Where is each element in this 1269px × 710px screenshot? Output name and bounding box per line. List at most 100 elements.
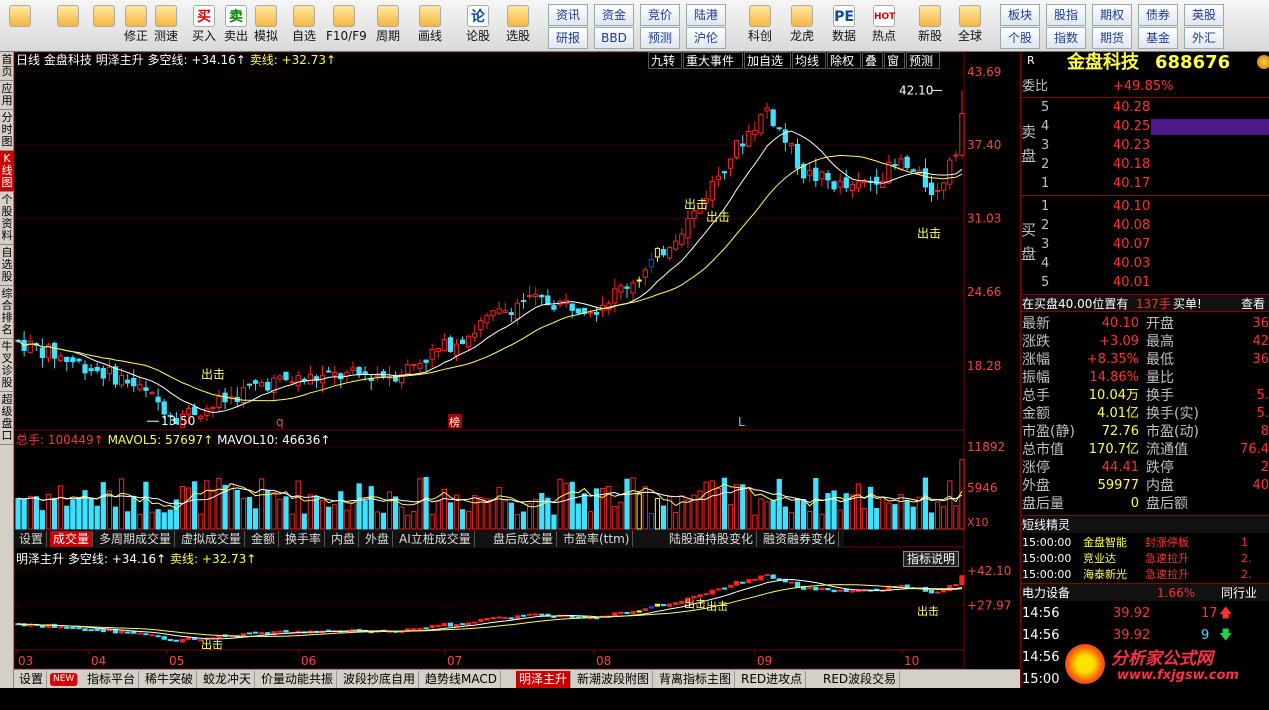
indicator-bar: [441, 623, 447, 627]
order-notice[interactable]: 在买盘40.00位置有 137手 买单! 查看: [1021, 294, 1269, 312]
toolbar-market-button[interactable]: 外汇: [1184, 27, 1224, 49]
chart-option-button[interactable]: 叠: [862, 52, 883, 69]
left-tab-3[interactable]: K线图: [0, 151, 14, 192]
left-tab-5[interactable]: 自选股: [0, 245, 14, 286]
chart-option-button[interactable]: 九转: [648, 52, 682, 69]
volume-tab[interactable]: 虚拟成交量: [178, 531, 246, 547]
volume-tab[interactable]: 盘后成交量: [490, 531, 558, 547]
indicator-tab[interactable]: 稀牛突破: [142, 671, 198, 688]
indicator-explain-button[interactable]: 指标说明: [903, 551, 960, 567]
price-axis-label: 18.28: [967, 359, 1001, 373]
left-tab-8[interactable]: 超级盘口: [0, 392, 14, 445]
toolbar-market-button[interactable]: 指数: [1046, 27, 1086, 49]
indicator-bar: [928, 589, 935, 594]
left-tab-1[interactable]: 应用: [0, 81, 14, 110]
chart-option-button[interactable]: 除权: [827, 52, 861, 69]
toolbar-back-arrow-button[interactable]: [50, 2, 86, 50]
toolbar-market-button[interactable]: 期权: [1092, 4, 1132, 26]
volume-bar: [405, 514, 411, 530]
volume-tab[interactable]: 陆股通持股变化: [666, 531, 758, 547]
toolbar-small-button[interactable]: 研报: [548, 27, 588, 49]
short-line-elf-title[interactable]: 短线精灵: [1021, 515, 1269, 533]
toolbar-simulate-button[interactable]: 模拟: [248, 2, 284, 50]
candle-body: [265, 381, 271, 391]
toolbar-favorite-button[interactable]: 自选: [286, 2, 322, 50]
toolbar-small-button[interactable]: 资讯: [548, 4, 588, 26]
toolbar-data-button[interactable]: PE 数据: [826, 2, 862, 50]
volume-tab[interactable]: 外盘: [362, 531, 394, 547]
toolbar-hotspot-button[interactable]: HOT 热点: [866, 2, 902, 50]
toolbar-buy-button[interactable]: 买买入: [186, 2, 222, 50]
chart-option-button[interactable]: 加自选: [744, 52, 791, 69]
volume-bar: [204, 480, 210, 530]
toolbar-discuss-button[interactable]: 论论股: [460, 2, 496, 50]
volume-bar: [569, 481, 575, 530]
toolbar-period-button[interactable]: 周期: [370, 2, 406, 50]
period-label[interactable]: 日线: [16, 53, 40, 67]
quote-label: 最高: [1146, 334, 1174, 350]
toolbar-draw-button[interactable]: 画线: [412, 2, 448, 50]
toolbar-small-button[interactable]: 预测: [640, 27, 680, 49]
volume-tab[interactable]: 市盈率(ttm): [560, 531, 634, 547]
indicator-tab[interactable]: 新潮波段附图: [574, 671, 654, 688]
volume-tab[interactable]: 设置: [16, 531, 48, 547]
left-tab-4[interactable]: 个股资料: [0, 192, 14, 245]
new-badge[interactable]: NEW: [50, 673, 79, 686]
toolbar-select-stock-button[interactable]: 选股: [500, 2, 536, 50]
toolbar-market-button[interactable]: 期货: [1092, 27, 1132, 49]
volume-tab[interactable]: AI立桩成交量: [396, 531, 475, 547]
chart-option-button[interactable]: 均线: [792, 52, 826, 69]
toolbar-globe-button[interactable]: 全球: [952, 2, 988, 50]
indicator-tab[interactable]: 蛟龙冲天: [200, 671, 256, 688]
toolbar-updown-button[interactable]: [86, 2, 122, 50]
toolbar-small-button[interactable]: BBD: [594, 27, 634, 49]
toolbar-star-market-button[interactable]: 科创: [742, 2, 778, 50]
indicator-tab[interactable]: RED进攻点: [738, 671, 807, 688]
volume-tab[interactable]: 内盘: [328, 531, 360, 547]
candle-body: [447, 337, 454, 352]
indicator-bar: [746, 579, 752, 584]
kline-chart[interactable]: 43.69 37.40 31.03 24.66 18.28 11892 5946 X10 +42…: [14, 52, 1020, 669]
volume-tab[interactable]: 换手率: [282, 531, 326, 547]
volume-tab[interactable]: 融资融券变化: [760, 531, 840, 547]
toolbar-market-button[interactable]: 板块: [1000, 4, 1040, 26]
indicator-tab[interactable]: 价量动能共振: [258, 671, 338, 688]
volume-bar: [533, 499, 539, 530]
toolbar-market-button[interactable]: 股指: [1046, 4, 1086, 26]
toolbar-small-button[interactable]: 陆港: [686, 4, 726, 26]
indicator-tab[interactable]: 指标平台: [84, 671, 140, 688]
indicator-tab[interactable]: 背离指标主图: [656, 671, 736, 688]
indicator-tabs: 设置 NEW 指标平台 稀牛突破 蛟龙冲天 价量动能共振 波段抄底自用 趋势线MACD 明泽主升…: [14, 669, 1020, 688]
toolbar-grid-button[interactable]: [2, 2, 38, 50]
chart-option-button[interactable]: 重大事件: [683, 52, 743, 69]
left-tab-6[interactable]: 综合排名: [0, 286, 14, 339]
toolbar-f10-button[interactable]: F10/F9: [326, 2, 367, 50]
chart-option-button[interactable]: 预测: [906, 52, 940, 69]
left-tab-2[interactable]: 分时图: [0, 110, 14, 151]
left-tab-0[interactable]: 首页: [0, 52, 14, 81]
toolbar-speed-button[interactable]: 测速: [148, 2, 184, 50]
toolbar-dragon-tiger-button[interactable]: 龙虎: [784, 2, 820, 50]
quote-value: 36: [1252, 316, 1269, 331]
toolbar-market-button[interactable]: 个股: [1000, 27, 1040, 49]
indicator-tab[interactable]: 明泽主升: [516, 671, 572, 688]
toolbar-label: 科创: [747, 29, 772, 43]
left-tab-7[interactable]: 牛叉诊股: [0, 339, 14, 392]
toolbar-new-stock-button[interactable]: 新股: [912, 2, 948, 50]
indicator-tab[interactable]: 波段抄底自用: [340, 671, 420, 688]
volume-tab[interactable]: 金额: [248, 531, 280, 547]
indicator-tab[interactable]: RED波段交易: [820, 671, 901, 688]
volume-tab[interactable]: 多周期成交量: [96, 531, 176, 547]
indicator-tab[interactable]: 趋势线MACD: [422, 671, 501, 688]
toolbar-small-button[interactable]: 资金: [594, 4, 634, 26]
toolbar-market-button[interactable]: 债券: [1138, 4, 1178, 26]
indicator-tab[interactable]: 设置: [16, 671, 48, 688]
toolbar-small-button[interactable]: 竞价: [640, 4, 680, 26]
toolbar-small-button[interactable]: 沪伦: [686, 27, 726, 49]
sector-row[interactable]: 电力设备 1.66% 同行业: [1021, 583, 1269, 601]
chart-area[interactable]: 43.69 37.40 31.03 24.66 18.28 11892 5946 X10 +42…: [14, 52, 1020, 669]
toolbar-market-button[interactable]: 英股: [1184, 4, 1224, 26]
toolbar-market-button[interactable]: 基金: [1138, 27, 1178, 49]
volume-tab[interactable]: 成交量: [50, 531, 94, 547]
chart-option-button[interactable]: 窗: [884, 52, 905, 69]
